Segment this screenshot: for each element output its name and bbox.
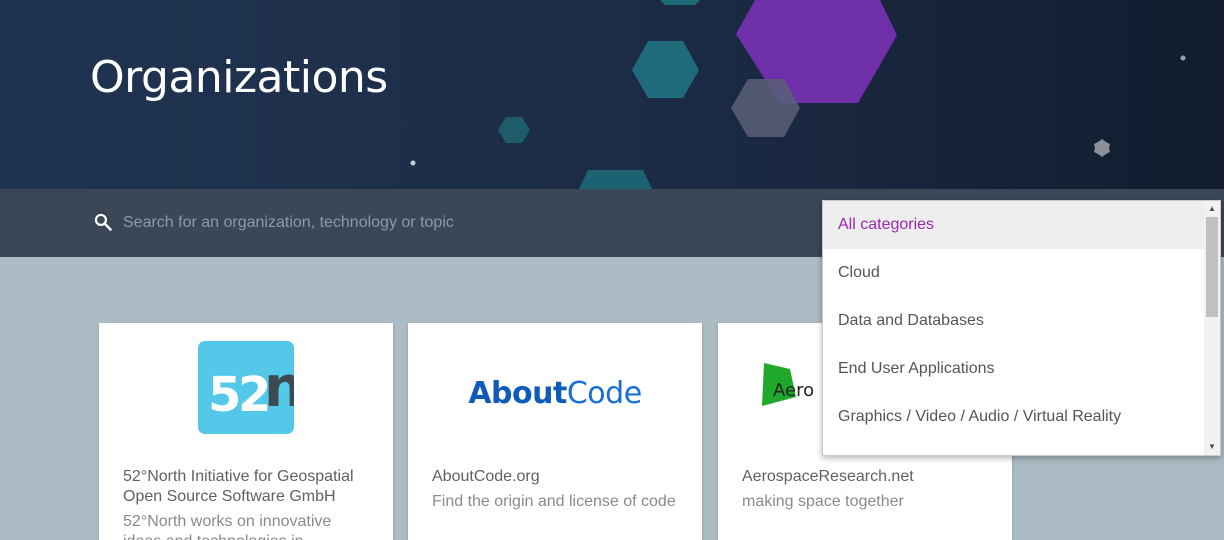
hexagon-shape	[498, 117, 530, 143]
star-dot	[1180, 55, 1186, 61]
category-option-end-user-applications[interactable]: End User Applications	[823, 345, 1206, 393]
organization-name: AboutCode.org	[432, 468, 540, 485]
hexagon-shape	[660, 0, 700, 5]
aerospace-logo: Aero	[762, 363, 814, 406]
organization-logo: AboutCode	[408, 323, 702, 458]
category-dropdown-menu[interactable]: All categories Cloud Data and Databases …	[822, 200, 1221, 456]
organization-description: Find the origin and license of code	[432, 493, 676, 510]
aboutcode-logo: AboutCode	[468, 376, 642, 411]
organization-name: AerospaceResearch.net	[742, 468, 914, 485]
organization-logo: 5 2 n	[99, 323, 393, 458]
category-option-graphics[interactable]: Graphics / Video / Audio / Virtual Reali…	[823, 393, 1206, 441]
category-option-cloud[interactable]: Cloud	[823, 249, 1206, 297]
hexagon-shape	[632, 41, 699, 98]
hero-banner: Organizations	[0, 0, 1224, 189]
organization-description: making space together	[742, 493, 904, 510]
star-dot	[1094, 139, 1110, 157]
page-title: Organizations	[90, 52, 388, 103]
scrollbar-thumb[interactable]	[1206, 217, 1218, 317]
organization-description: 52°North works on innovative ideas and t…	[123, 513, 332, 540]
organization-card-aboutcode[interactable]: AboutCode AboutCode.org Find the origin …	[408, 323, 702, 540]
scroll-down-arrow-icon[interactable]: ▼	[1207, 442, 1217, 452]
category-option-all[interactable]: All categories	[823, 201, 1206, 249]
category-option-data-and-databases[interactable]: Data and Databases	[823, 297, 1206, 345]
dropdown-scrollbar[interactable]: ▲ ▼	[1204, 201, 1220, 455]
organization-name: 52°North Initiative for Geospatial Open …	[123, 468, 354, 505]
organization-card-52north[interactable]: 5 2 n 52°North Initiative for Geospatial…	[99, 323, 393, 540]
star-dot	[410, 160, 416, 166]
svg-text:Aero: Aero	[773, 380, 814, 401]
search-input[interactable]	[123, 206, 743, 240]
hexagon-shape	[579, 170, 652, 189]
scroll-up-arrow-icon[interactable]: ▲	[1207, 204, 1217, 214]
search-icon	[94, 213, 112, 231]
52north-logo: 5 2 n	[198, 341, 294, 434]
